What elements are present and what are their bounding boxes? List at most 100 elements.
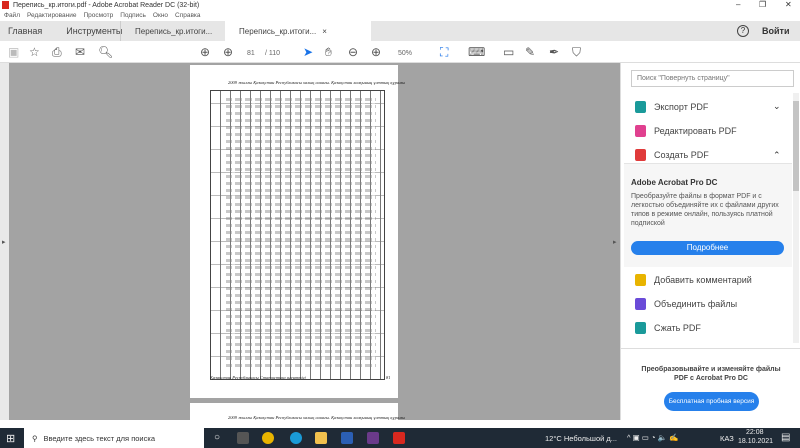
menu-window[interactable]: Окно: [153, 12, 168, 19]
learn-more-button[interactable]: Подробнее: [631, 241, 784, 255]
cortana-icon[interactable]: ○: [214, 432, 220, 443]
search-icon: ⚲: [32, 433, 38, 443]
sign-icon[interactable]: ✒: [549, 45, 559, 59]
word-icon[interactable]: [341, 432, 353, 444]
expand-left-arrow-icon[interactable]: ▸: [2, 238, 6, 246]
combine-files-icon: [635, 298, 646, 310]
page-footer: Қазақстан Республикасы Статистика агентт…: [210, 375, 306, 380]
menu-help[interactable]: Справка: [175, 12, 201, 19]
tools-pane: Экспорт PDF ⌄ Редактировать PDF Создать …: [620, 63, 800, 420]
weather-widget[interactable]: 12°C Небольшой д...: [545, 434, 617, 443]
tab-document-1[interactable]: Перепись_кр.итоги...: [120, 21, 225, 41]
pdf-app-icon: [2, 1, 9, 9]
select-cursor-icon[interactable]: ➤: [303, 45, 313, 59]
page-total: / 110: [265, 50, 281, 57]
panel-scrollbar[interactable]: [793, 93, 799, 343]
save-icon[interactable]: ▣: [8, 45, 19, 59]
left-pane-strip[interactable]: ▸: [0, 63, 9, 420]
fit-page-icon[interactable]: ⛶: [440, 45, 448, 59]
zoom-in-icon[interactable]: ⊕: [371, 45, 381, 59]
tool-label: Добавить комментарий: [654, 275, 752, 285]
chevron-down-icon[interactable]: ⌄: [773, 101, 781, 112]
hand-tool-icon[interactable]: ✋︎: [325, 45, 332, 59]
sign-in-button[interactable]: Войти: [762, 26, 789, 36]
tool-label: Объединить файлы: [654, 299, 738, 309]
compress-pdf-icon: [635, 322, 646, 334]
next-page-header: 2009 жылғы Қазақстан Республикасы халық …: [228, 415, 406, 420]
close-window-button[interactable]: ✕: [785, 0, 792, 9]
tools-search-input[interactable]: [631, 70, 794, 87]
clock-date[interactable]: 18.10.2021: [738, 438, 773, 445]
menu-sign[interactable]: Подпись: [120, 12, 146, 19]
tool-label: Экспорт PDF: [654, 102, 709, 112]
scrollbar-thumb[interactable]: [793, 101, 799, 191]
table-figures: [226, 97, 376, 367]
promo-text: Преобразуйте файлы в формат PDF и с легк…: [631, 193, 779, 227]
tab-document-2[interactable]: Перепись_кр.итоги... ×: [225, 21, 371, 41]
upgrade-text: Преобразовывайте и изменяйте файлы PDF с…: [641, 366, 781, 382]
email-icon[interactable]: ✉: [75, 45, 85, 59]
tool-edit-pdf[interactable]: Редактировать PDF: [635, 125, 737, 137]
free-trial-button[interactable]: Бесплатная пробная версия: [664, 392, 759, 411]
chrome-icon[interactable]: [262, 432, 274, 444]
menu-edit[interactable]: Редактирование: [27, 12, 77, 19]
help-icon[interactable]: ?: [737, 25, 749, 37]
toolbar: ▣ ☆ ⎙ ✉ 🔍︎ ⊕ ⊕ 81 / 110 ➤ ✋︎ ⊖ ⊕ 50% ⛶ ⌨…: [0, 41, 800, 63]
page-number-label: 81: [386, 375, 391, 380]
winrar-icon[interactable]: [367, 432, 379, 444]
menu-bar: Файл Редактирование Просмотр Подпись Окн…: [0, 10, 800, 21]
chevron-up-icon[interactable]: ⌃: [773, 150, 781, 161]
collapse-right-arrow-icon[interactable]: ▸: [613, 238, 617, 246]
create-pdf-icon: [635, 149, 646, 161]
print-icon[interactable]: ⎙: [52, 45, 62, 59]
page-header: 2009 жылғы Қазақстан Республикасы халық …: [228, 80, 406, 85]
acrobat-icon[interactable]: [393, 432, 405, 444]
tool-add-comment[interactable]: Добавить комментарий: [635, 274, 752, 286]
edit-pdf-icon: [635, 125, 646, 137]
system-tray-icons[interactable]: ^ ▣ ▭ ◔ 🔈 ✍: [627, 433, 678, 442]
title-bar: Перепись_кр.итоги.pdf - Adobe Acrobat Re…: [0, 0, 800, 10]
scroll-mode-icon[interactable]: ⌨: [468, 45, 485, 59]
task-view-icon[interactable]: [237, 432, 249, 444]
tab-close-icon[interactable]: ×: [322, 27, 327, 36]
tab-document-2-label: Перепись_кр.итоги...: [239, 26, 317, 36]
menu-view[interactable]: Просмотр: [84, 12, 114, 19]
promo-box: Adobe Acrobat Pro DC Преобразуйте файлы …: [624, 163, 792, 267]
windows-taskbar: ⊞ ⚲ Введите здесь текст для поиска ○ 12°C…: [0, 428, 800, 448]
taskbar-search-box[interactable]: ⚲ Введите здесь текст для поиска: [24, 428, 204, 448]
file-explorer-icon[interactable]: [315, 432, 327, 444]
bookmark-star-icon[interactable]: ☆: [29, 45, 40, 59]
divider: [621, 348, 800, 349]
tool-export-pdf[interactable]: Экспорт PDF: [635, 101, 708, 113]
tool-label: Создать PDF: [654, 150, 709, 160]
clock-time[interactable]: 22:08: [746, 429, 764, 436]
tab-document-1-label: Перепись_кр.итоги...: [135, 26, 213, 36]
zoom-out-icon[interactable]: ⊖: [348, 45, 358, 59]
comment-tool-icon: [635, 274, 646, 286]
tool-combine-files[interactable]: Объединить файлы: [635, 298, 737, 310]
tool-compress-pdf[interactable]: Сжать PDF: [635, 322, 701, 334]
tool-create-pdf[interactable]: Создать PDF: [635, 149, 709, 161]
notifications-icon[interactable]: ▤: [781, 432, 790, 443]
promo-title: Adobe Acrobat Pro DC: [631, 178, 718, 187]
taskbar-search-placeholder: Введите здесь текст для поиска: [43, 433, 156, 443]
menu-file[interactable]: Файл: [4, 12, 20, 19]
windows-start-icon[interactable]: ⊞: [6, 432, 15, 445]
tab-home[interactable]: Главная: [0, 26, 50, 36]
tab-bar: Главная Инструменты Перепись_кр.итоги...…: [0, 21, 800, 41]
language-indicator[interactable]: КАЗ: [720, 434, 734, 443]
next-page-icon[interactable]: ⊕: [223, 45, 233, 59]
prev-page-icon[interactable]: ⊕: [200, 45, 210, 59]
search-zoom-icon[interactable]: 🔍︎: [98, 45, 113, 59]
tool-label: Сжать PDF: [654, 323, 701, 333]
page-number-input[interactable]: 81: [247, 47, 255, 61]
export-pdf-icon: [635, 101, 646, 113]
zoom-level-select[interactable]: 50%: [398, 47, 412, 61]
stamp-icon[interactable]: ⛉: [572, 45, 581, 59]
minimize-button[interactable]: –: [736, 0, 740, 9]
comment-icon[interactable]: ▭: [503, 45, 514, 59]
tool-label: Редактировать PDF: [654, 126, 737, 136]
edge-icon[interactable]: [290, 432, 302, 444]
highlight-pen-icon[interactable]: ✎: [525, 45, 535, 59]
restore-button[interactable]: ❐: [759, 0, 766, 9]
